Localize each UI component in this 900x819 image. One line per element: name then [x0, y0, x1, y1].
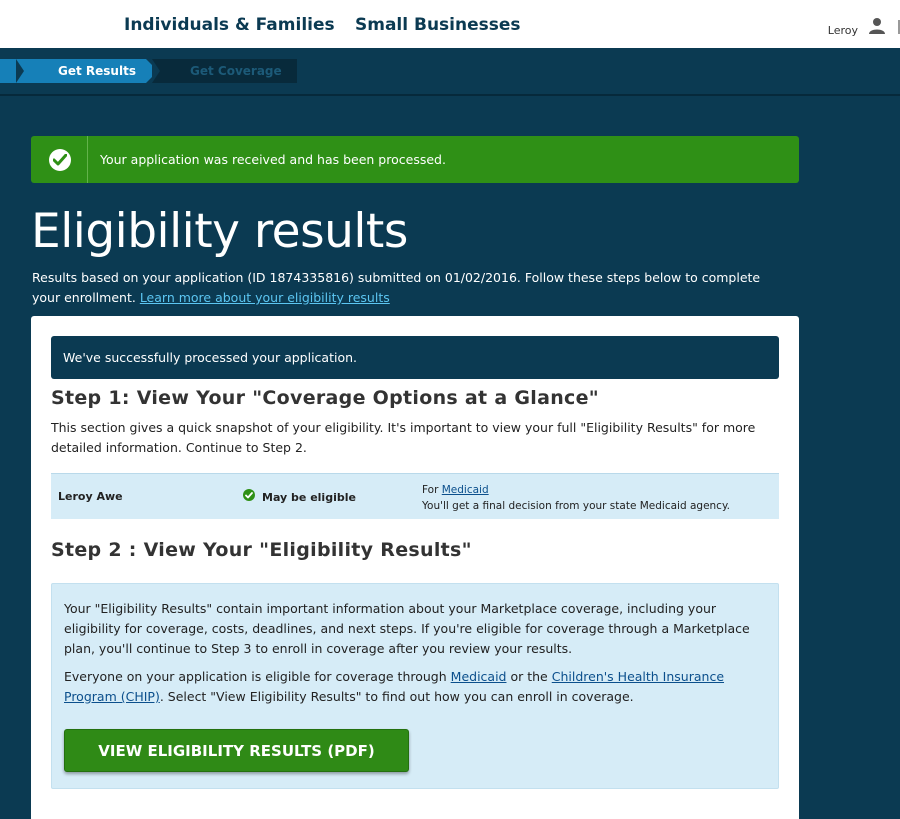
eligibility-status: May be eligible [262, 491, 356, 504]
program-note: You'll get a final decision from your st… [422, 500, 731, 512]
nav-individuals-families[interactable]: Individuals & Families [124, 15, 335, 35]
eligibility-row: Leroy Awe May be eligible For Medicaid Y… [51, 473, 779, 519]
para2-text-c: . Select "View Eligibility Results" to f… [159, 689, 634, 704]
medicaid-link[interactable]: Medicaid [451, 669, 507, 684]
check-circle-icon [49, 149, 71, 171]
top-nav: Individuals & Families Small Businesses … [0, 0, 900, 48]
learn-more-link[interactable]: Learn more about your eligibility result… [140, 290, 390, 305]
para2-text-a: Everyone on your application is eligible… [64, 669, 447, 684]
step2-para1: Your "Eligibility Results" contain impor… [64, 601, 750, 656]
page-title: Eligibility results [31, 204, 408, 259]
step1-heading: Step 1: View Your "Coverage Options at a… [51, 387, 599, 409]
processed-banner-text: We've successfully processed your applic… [63, 350, 357, 365]
alert-message: Your application was received and has be… [100, 152, 446, 167]
applicant-name: Leroy Awe [58, 490, 123, 503]
step2-para2: Everyone on your application is eligible… [64, 667, 776, 707]
medicaid-link[interactable]: Medicaid [442, 484, 489, 496]
step-get-coverage[interactable]: Get Coverage [152, 59, 297, 83]
program-prefix: For [422, 484, 439, 496]
user-name[interactable]: Leroy [828, 24, 858, 37]
success-alert: Your application was received and has be… [31, 136, 799, 183]
results-card: We've successfully processed your applic… [31, 316, 799, 819]
user-icon[interactable] [868, 17, 886, 35]
step-notch [152, 59, 160, 83]
alert-divider [87, 136, 88, 183]
step2-heading: Step 2 : View Your "Eligibility Results" [51, 539, 472, 561]
step2-info-box: Your "Eligibility Results" contain impor… [51, 583, 779, 789]
intro-text: Results based on your application (ID 18… [32, 268, 792, 308]
step-get-results[interactable]: Get Results [0, 59, 158, 83]
step-get-results-label: Get Results [58, 64, 136, 78]
step-notch [16, 59, 24, 83]
check-circle-icon [243, 489, 255, 501]
para2-text-b: or the [510, 669, 548, 684]
step1-text: This section gives a quick snapshot of y… [51, 420, 756, 455]
processed-banner: We've successfully processed your applic… [51, 336, 779, 379]
nav-small-businesses[interactable]: Small Businesses [355, 15, 521, 35]
program-info: For Medicaid You'll get a final decision… [422, 482, 730, 514]
view-eligibility-results-button[interactable]: VIEW ELIGIBILITY RESULTS (PDF) [64, 729, 409, 772]
progress-bar: Get Results Get Coverage [0, 48, 900, 96]
step-get-coverage-label: Get Coverage [190, 64, 282, 78]
